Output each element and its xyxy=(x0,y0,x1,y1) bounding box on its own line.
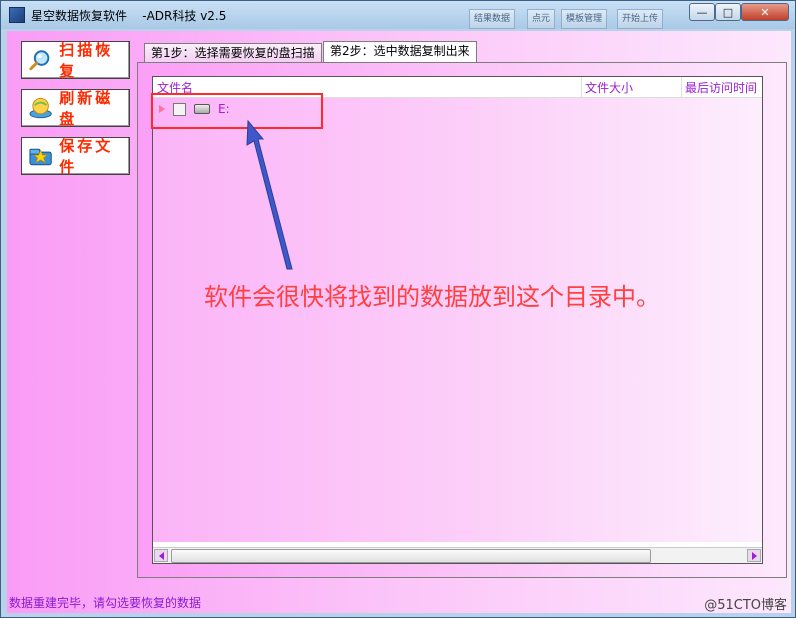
status-bar: 数据重建完毕，请勾选要恢复的数据 @51CTO博客 xyxy=(1,590,795,617)
status-message: 数据重建完毕，请勾选要恢复的数据 xyxy=(9,596,202,610)
app-window: 星空数据恢复软件 -ADR科技 v2.5 结果数据 点元 模板管理 开始上传 —… xyxy=(0,0,796,618)
annotation-text: 软件会很快将找到的数据放到这个目录中。 xyxy=(204,283,660,311)
watermark: @51CTO博客 xyxy=(704,598,787,613)
